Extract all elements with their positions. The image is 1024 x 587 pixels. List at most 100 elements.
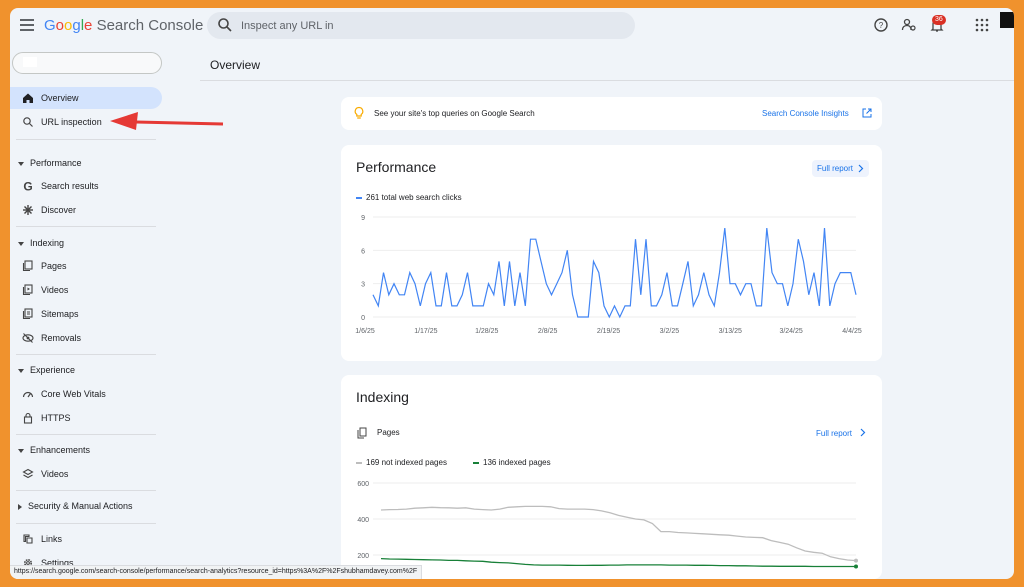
expand-triangle-icon	[18, 368, 24, 373]
insight-text: See your site's top queries on Google Se…	[374, 109, 535, 118]
chevron-right-icon	[860, 428, 866, 437]
property-selector[interactable]	[12, 52, 162, 74]
y-tick-label: 400	[357, 517, 369, 524]
full-report-label: Full report	[816, 429, 853, 438]
sidebar-item-pages[interactable]: Pages	[10, 255, 162, 277]
home-icon	[23, 93, 33, 103]
insights-banner: See your site's top queries on Google Se…	[341, 97, 882, 130]
search-icon	[218, 18, 232, 32]
sidebar-item-enh-videos[interactable]: Videos	[10, 463, 162, 485]
section-security-manual-actions[interactable]: Security & Manual Actions	[18, 501, 133, 511]
sidebar-item-label: Videos	[41, 285, 69, 295]
pages-icon	[357, 427, 367, 439]
series-end-point	[854, 564, 858, 569]
series-line-not-indexed	[380, 505, 857, 562]
url-inspect-input[interactable]	[241, 16, 621, 36]
x-tick-label: 2/8/25	[538, 328, 558, 335]
menu-icon[interactable]	[20, 19, 34, 31]
annotation-arrow-icon	[110, 112, 224, 130]
top-app-bar: Google Search Console ? 36	[10, 8, 1014, 48]
y-tick-label: 6	[361, 248, 365, 255]
logo-letter: e	[84, 17, 93, 34]
logo-letter: o	[55, 17, 65, 34]
sidebar-item-label: Search results	[41, 181, 99, 191]
sidebar-item-links[interactable]: Links	[10, 528, 162, 550]
sidebar-item-label: Core Web Vitals	[41, 389, 106, 399]
sitemap-icon	[22, 308, 33, 320]
sidebar-item-label: Links	[41, 534, 63, 544]
sidebar-divider	[16, 490, 156, 491]
x-tick-label: 1/6/25	[355, 328, 375, 335]
expand-triangle-icon	[18, 448, 24, 453]
sidebar-item-label: HTTPS	[41, 413, 71, 423]
section-experience[interactable]: Experience	[18, 365, 75, 375]
browser-window: Google Search Console ? 36 Overview URL …	[10, 8, 1014, 579]
section-label: Experience	[30, 365, 76, 375]
legend-label: 136 indexed pages	[483, 458, 551, 467]
search-console-insights-link[interactable]: Search Console Insights	[762, 109, 849, 118]
pages-icon	[22, 260, 33, 272]
sidebar-divider	[16, 434, 156, 435]
sidebar-item-https[interactable]: HTTPS	[10, 407, 162, 429]
indexing-full-report-link[interactable]: Full report	[816, 428, 866, 438]
sidebar-item-label: Videos	[41, 469, 69, 479]
section-label: Enhancements	[30, 445, 91, 455]
performance-title: Performance	[356, 159, 437, 175]
svg-text:?: ?	[879, 21, 884, 30]
legend-swatch	[356, 461, 362, 464]
open-in-new-icon[interactable]	[862, 108, 872, 118]
section-performance[interactable]: Performance	[18, 158, 82, 168]
indexing-line-chart: 200 400 600	[357, 481, 858, 569]
x-tick-label: 2/19/25	[597, 328, 620, 335]
title-divider	[200, 80, 1014, 81]
x-tick-label: 3/2/25	[660, 328, 680, 335]
search-console-logo[interactable]: Google Search Console	[44, 17, 203, 34]
expand-triangle-icon	[18, 161, 24, 166]
account-avatar[interactable]	[1000, 12, 1014, 28]
logo-product-name: Search Console	[96, 17, 204, 34]
performance-full-report-button[interactable]: Full report	[812, 160, 870, 177]
performance-legend: 261 total web search clicks	[356, 193, 462, 202]
manage-users-icon[interactable]	[901, 17, 917, 33]
sidebar-item-discover[interactable]: Discover	[10, 199, 162, 221]
lock-icon	[23, 412, 33, 424]
sidebar-item-removals[interactable]: Removals	[10, 327, 162, 349]
sidebar-item-videos[interactable]: Videos	[10, 279, 162, 301]
series-end-point	[854, 558, 858, 563]
legend-swatch	[356, 196, 362, 199]
help-icon[interactable]: ?	[873, 17, 889, 33]
section-enhancements[interactable]: Enhancements	[18, 445, 90, 455]
visibility-off-icon	[22, 333, 34, 343]
layers-icon	[22, 468, 34, 479]
y-tick-label: 3	[361, 282, 365, 289]
expand-triangle-icon	[18, 241, 24, 246]
sidebar-item-sitemaps[interactable]: Sitemaps	[10, 303, 162, 325]
search-icon	[23, 117, 33, 127]
apps-grid-icon[interactable]	[974, 17, 990, 33]
sidebar-divider	[16, 354, 156, 355]
indexing-card: Indexing Pages Full report 169 not index…	[341, 375, 882, 579]
sidebar-item-core-web-vitals[interactable]: Core Web Vitals	[10, 383, 162, 405]
x-tick-label: 3/24/25	[779, 328, 802, 335]
y-tick-label: 200	[357, 553, 369, 560]
performance-line-chart: 0 3 6 9 1/6/25 1/17/25 1/28/25 2/8/25 2/19/25 3/2…	[355, 215, 862, 335]
main-content: Overview See your site's top queries on …	[200, 48, 1014, 579]
logo-letter: G	[44, 17, 56, 34]
performance-card: Performance Full report 261 total web se…	[341, 145, 882, 361]
google-g-icon: G	[23, 180, 32, 192]
y-tick-label: 9	[361, 215, 365, 222]
sidebar-item-overview[interactable]: Overview	[10, 87, 162, 109]
page-title: Overview	[210, 58, 261, 72]
property-favicon	[23, 57, 37, 67]
x-tick-label: 1/17/25	[414, 328, 437, 335]
url-inspect-search-bar[interactable]	[207, 12, 635, 39]
not-indexed-legend: 169 not indexed pages	[356, 458, 447, 467]
notification-count-badge: 36	[932, 15, 946, 25]
svg-text:G: G	[23, 180, 32, 192]
browser-status-url: https://search.google.com/search-console…	[10, 565, 423, 579]
y-tick-label: 600	[357, 481, 369, 488]
logo-letter: g	[72, 17, 81, 34]
series-line-clicks	[372, 228, 857, 319]
section-indexing[interactable]: Indexing	[18, 238, 64, 248]
sidebar-item-search-results[interactable]: G Search results	[10, 175, 162, 197]
